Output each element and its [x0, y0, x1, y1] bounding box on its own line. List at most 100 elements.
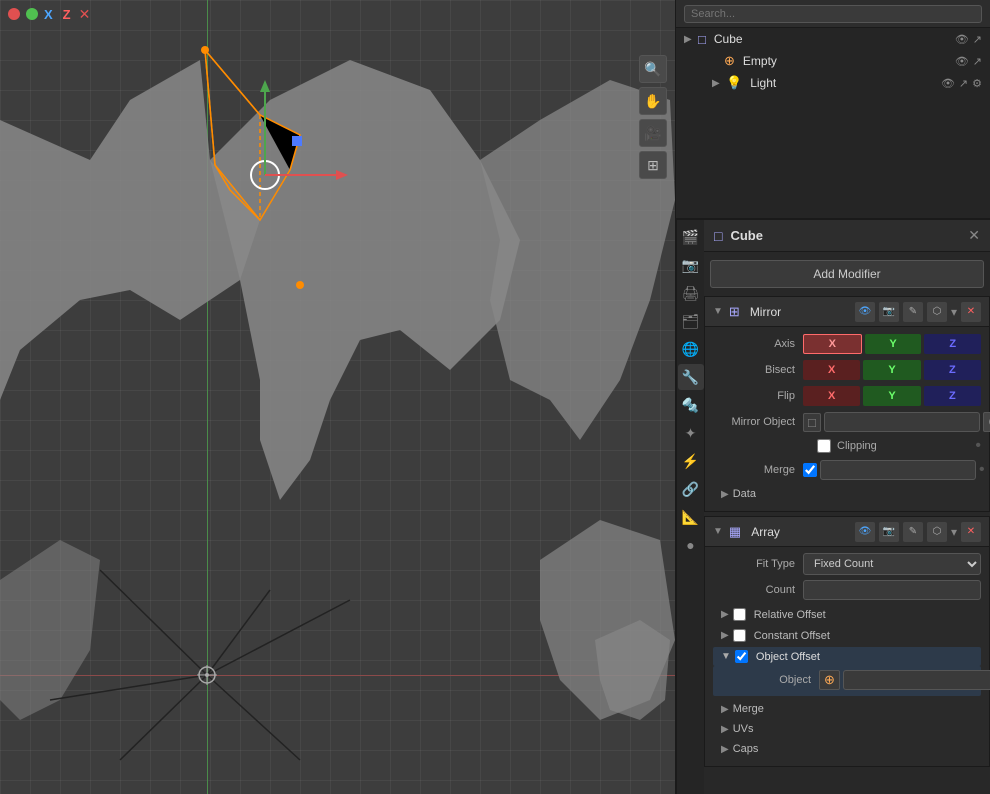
output-icon[interactable]: 🖨: [678, 280, 704, 306]
zoom-tool[interactable]: 🔍: [639, 55, 667, 83]
outliner-vis-light: 👁 ↗ ⚙: [941, 77, 982, 90]
array-uvs-row[interactable]: ▶ UVs: [713, 720, 981, 738]
mirror-edit-btn[interactable]: ✎: [903, 302, 923, 322]
data-icon[interactable]: 📐: [678, 504, 704, 530]
array-object-offset-row[interactable]: ▼ Object Offset: [713, 647, 981, 666]
prop-header-expand[interactable]: ✕: [968, 227, 980, 244]
select-icon-light[interactable]: ↗: [959, 77, 968, 90]
mirror-clipping-checkbox[interactable]: [817, 439, 831, 453]
array-edit-btn[interactable]: ✎: [903, 522, 923, 542]
array-fittype-controls: Fixed Count: [803, 553, 981, 575]
mirror-object-picker[interactable]: ⊕: [983, 412, 990, 432]
array-fittype-select[interactable]: Fixed Count: [803, 553, 981, 575]
mirror-bisect-x-btn[interactable]: X: [803, 360, 860, 380]
mirror-merge-checkbox[interactable]: [803, 463, 817, 477]
array-modifier-name: Array: [751, 525, 849, 539]
viewport-close-icon[interactable]: ✕: [79, 6, 91, 23]
outliner-item-cube[interactable]: ▶ □ Cube 👁 ↗: [676, 28, 990, 50]
mirror-render-btn[interactable]: 📷: [879, 302, 899, 322]
prop-header: □ Cube ✕: [704, 220, 990, 252]
mirror-object-row: Mirror Object □ ⊕: [713, 411, 981, 433]
array-modifier-icon: ▦: [729, 524, 741, 540]
status-dot-green: [26, 8, 38, 20]
array-delete-btn[interactable]: ✕: [961, 522, 981, 542]
array-expand-arrow[interactable]: ▼: [713, 526, 723, 537]
mirror-object-input[interactable]: [824, 412, 980, 432]
array-object-controls: ⊕ Empty ✕: [819, 670, 990, 690]
array-constant-label: Constant Offset: [754, 630, 830, 642]
select-icon-cube[interactable]: ↗: [973, 33, 982, 46]
array-uvs-arrow: ▶: [721, 724, 729, 735]
array-modifier: ▼ ▦ Array 👁 📷 ✎ ⬡ ▾ ✕ Fit Type: [704, 516, 990, 767]
array-relative-checkbox[interactable]: [733, 608, 746, 621]
mirror-axis-z-btn[interactable]: Z: [924, 334, 981, 354]
array-object-row: Object ⊕ Empty ✕: [713, 666, 981, 696]
array-realtime-btn[interactable]: 👁: [855, 522, 875, 542]
mirror-bisect-y-btn[interactable]: Y: [863, 360, 920, 380]
eye-icon-light[interactable]: 👁: [941, 77, 955, 90]
mirror-bisect-z-btn[interactable]: Z: [924, 360, 981, 380]
mirror-realtime-btn[interactable]: 👁: [855, 302, 875, 322]
mirror-expand-arrow[interactable]: ▼: [713, 306, 723, 317]
mirror-cage-btn[interactable]: ⬡: [927, 302, 947, 322]
mirror-modifier: ▼ ⊞ Mirror 👁 📷 ✎ ⬡ ▾ ✕ Axis: [704, 296, 990, 512]
settings-icon-light[interactable]: ⚙: [972, 77, 982, 90]
outliner-vis-cube: 👁 ↗: [955, 33, 982, 46]
scene-icon[interactable]: 🎬: [678, 224, 704, 250]
array-constant-checkbox[interactable]: [733, 629, 746, 642]
viewport-3d[interactable]: X Z ✕ 🔍 ✋ 🎥 ⊞: [0, 0, 675, 794]
mirror-merge-value[interactable]: 0.001 m: [820, 460, 976, 480]
modifier-icon[interactable]: 🔩: [678, 392, 704, 418]
object-icon[interactable]: 🔧: [678, 364, 704, 390]
mirror-flip-z-btn[interactable]: Z: [924, 386, 981, 406]
array-merge-arrow: ▶: [721, 704, 729, 715]
mirror-flip-label: Flip: [713, 390, 803, 402]
render-icon[interactable]: 📷: [678, 252, 704, 278]
material-icon[interactable]: ●: [678, 532, 704, 558]
mirror-more-icon[interactable]: ▾: [951, 305, 957, 319]
outliner-header: [676, 0, 990, 28]
array-caps-arrow: ▶: [721, 744, 729, 755]
array-constant-offset-row[interactable]: ▶ Constant Offset: [713, 626, 981, 645]
world-icon[interactable]: 🌐: [678, 336, 704, 362]
array-object-offset-label: Object Offset: [756, 651, 820, 663]
array-object-offset-checkbox[interactable]: [735, 650, 748, 663]
array-more-icon[interactable]: ▾: [951, 525, 957, 539]
array-render-btn[interactable]: 📷: [879, 522, 899, 542]
mirror-delete-btn[interactable]: ✕: [961, 302, 981, 322]
select-icon-empty[interactable]: ↗: [973, 55, 982, 68]
particles-icon[interactable]: ✦: [678, 420, 704, 446]
outliner-name-cube: Cube: [714, 32, 743, 46]
constraints-icon[interactable]: 🔗: [678, 476, 704, 502]
array-cage-btn[interactable]: ⬡: [927, 522, 947, 542]
array-merge-row[interactable]: ▶ Merge: [713, 700, 981, 718]
add-modifier-button[interactable]: Add Modifier: [710, 260, 984, 288]
physics-icon[interactable]: ⚡: [678, 448, 704, 474]
mirror-data-collapse[interactable]: ▶ Data: [713, 485, 981, 503]
pan-tool[interactable]: ✋: [639, 87, 667, 115]
mirror-merge-controls: 0.001 m •: [803, 460, 985, 480]
array-object-input[interactable]: Empty: [843, 670, 990, 690]
eye-icon-empty[interactable]: 👁: [955, 55, 969, 68]
outliner-search[interactable]: [684, 5, 982, 23]
array-count-input[interactable]: 14: [803, 580, 981, 600]
view-layer-icon[interactable]: 🗂: [678, 308, 704, 334]
grid-tool[interactable]: ⊞: [639, 151, 667, 179]
outliner-item-light[interactable]: ▶ 💡 Light 👁 ↗ ⚙: [676, 72, 990, 94]
mirror-axis-y-btn[interactable]: Y: [865, 334, 922, 354]
array-relative-offset-row[interactable]: ▶ Relative Offset: [713, 605, 981, 624]
mirror-axis-x-btn[interactable]: X: [803, 334, 862, 354]
outliner: ▶ □ Cube 👁 ↗ ⊕ Empty 👁 ↗ ▶ 💡 Light 👁: [676, 0, 990, 220]
side-icon-bar: 🎬 📷 🖨 🗂 🌐 🔧 🔩 ✦ ⚡ 🔗 📐 ●: [676, 220, 704, 794]
outliner-item-empty[interactable]: ⊕ Empty 👁 ↗: [676, 50, 990, 72]
array-caps-row[interactable]: ▶ Caps: [713, 740, 981, 758]
mirror-axis-label: Axis: [713, 338, 803, 350]
camera-tool[interactable]: 🎥: [639, 119, 667, 147]
mirror-flip-x-btn[interactable]: X: [803, 386, 860, 406]
eye-icon-cube[interactable]: 👁: [955, 33, 969, 46]
mirror-flip-y-btn[interactable]: Y: [863, 386, 920, 406]
empty-icon: ⊕: [724, 53, 735, 69]
outliner-name-light: Light: [750, 76, 776, 90]
array-modifier-body: Fit Type Fixed Count Count 14: [705, 547, 989, 766]
outliner-name-empty: Empty: [743, 54, 777, 68]
